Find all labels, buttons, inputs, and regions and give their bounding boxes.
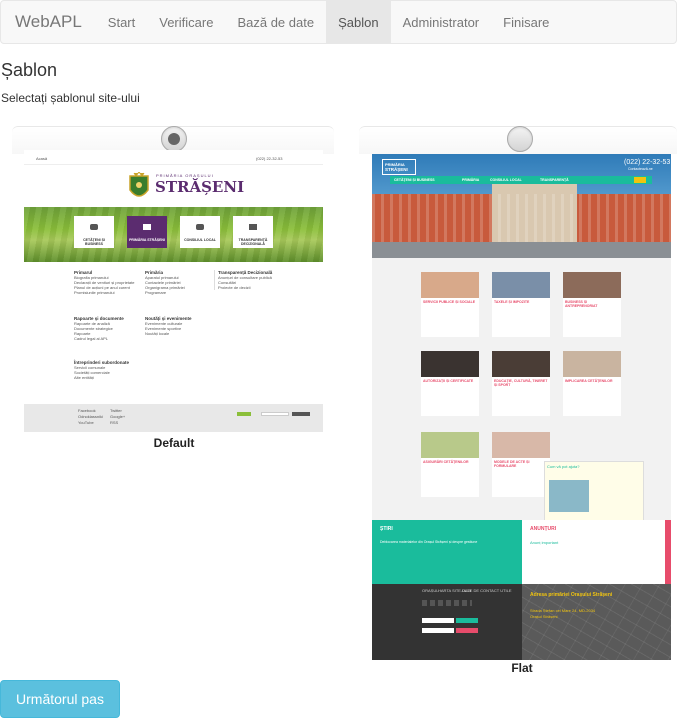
flat-phone-sub: Contactează-ne [628,167,653,171]
card-image [563,351,621,377]
flat-card-5: EDUCAȚIE, CULTURĂ, TINERET ȘI SPORT [492,351,550,416]
nav-finisare[interactable]: Finisare [491,1,561,43]
card-image [421,272,479,298]
flat-card-3: BUSINESS ȘI ANTREPRENORIAT [563,272,621,337]
template-label-flat[interactable]: Flat [472,661,572,675]
footer-button-teal [456,618,478,623]
template-preview-flat[interactable]: PRIMĂRIA STRĂȘENI (022) 22-32-53 Contact… [372,154,671,660]
card-image [563,272,621,298]
nav-administrator[interactable]: Administrator [391,1,492,43]
plaza [372,242,671,258]
flat-logo: PRIMĂRIA STRĂȘENI [382,159,416,175]
flat-footer: ORAȘUL HARTA SITE-ULUI DATE DE CONTACT U… [372,584,522,660]
preview-default-phone: (022) 22-32-53 [256,156,283,161]
preview-default-tile-4: TRANSPARENȚĂ DECIZIONALĂ [233,216,273,248]
card-image [421,432,479,458]
transparency-icon [249,224,257,230]
preview-default-footer: Facebook Odnoklassniki YouTube Twitter G… [24,404,323,432]
preview-default-col-3: Transparență Decizională Anunțuri de con… [214,270,272,290]
search-icon [634,177,646,183]
page-title: Șablon [1,60,58,80]
radio-selected-dot [168,133,180,145]
divider [24,164,323,165]
preview-default-col-1: Primarul Biografia primarului Declarații… [74,270,135,295]
footer-button-green [237,412,251,416]
nav-start[interactable]: Start [96,1,147,43]
card-image [492,272,550,298]
template-label-default[interactable]: Default [124,436,224,450]
preview-default-col-4: Rapoarte și documente Rapoarte de analiz… [74,316,124,341]
nav-baza-de-date[interactable]: Bază de date [225,1,326,43]
flat-announcements-section: ANUNȚURI Anunț important [522,520,671,584]
page-subtitle: Selectați șablonul site-ului [1,91,140,105]
flat-help-popup: Cum vă pot ajuta? [544,461,644,521]
nav-verificare[interactable]: Verificare [147,1,225,43]
flat-card-8: MODELE DE ACTE ȘI FORMULARE [492,432,550,497]
card-image [421,351,479,377]
users-icon [90,224,98,230]
social-icons [422,600,472,606]
nav-sablon[interactable]: Șablon [326,1,391,43]
coat-of-arms-icon [129,172,149,197]
flat-map: Adresa primăriei Orașului Strășeni Strad… [522,584,671,660]
brand-logo[interactable]: WebAPL [1,1,96,43]
preview-default-col-6: Întreprinderi subordonate Servicii comun… [74,360,130,380]
flat-card-7: ASIGURĂRI CETĂȚENILOR [421,432,479,497]
next-step-button[interactable]: Următorul pas [0,680,120,718]
card-image [492,432,550,458]
preview-default-col-2: Primăria Aparatul primarului Contactele … [145,270,185,295]
preview-default-col-5: Noutăți și evenimente Evenimente cultura… [145,316,192,336]
template-radio-flat[interactable] [507,126,533,152]
flat-phone: (022) 22-32-53 [624,159,671,166]
building-icon [143,224,151,230]
footer-button-pink [456,628,478,633]
preview-default-home: Acasă [36,156,48,161]
council-icon [196,224,204,230]
card-image [492,351,550,377]
flat-card-2: TAXELE ȘI IMPOZITE [492,272,550,337]
flat-news-section: ȘTIRI Deblocarea materialelor din Orașul… [372,520,522,584]
flat-card-6: IMPLICAREA CETĂȚENILOR [563,351,621,416]
footer-field-1 [422,618,454,623]
preview-default-tile-2: PRIMĂRIA STRĂȘENI [127,216,167,248]
footer-search-field [261,412,289,416]
flat-card-4: AUTORIZAȚII ȘI CERTIFICATE [421,351,479,416]
preview-default-header-title: STRĂȘENI [155,178,245,196]
template-radio-default[interactable] [161,126,187,152]
preview-default-tile-3: CONSILIUL LOCAL [180,216,220,248]
banner-texture [24,207,323,262]
flat-menu: CETĂȚENI ȘI BUSINESS PRIMĂRIA CONSILIUL … [390,176,652,184]
navbar: WebAPL Start Verificare Bază de date Șab… [0,0,677,44]
help-image [549,480,589,512]
preview-default-tile-1: CETĂȚENI ȘI BUSINESS [74,216,114,248]
template-preview-default[interactable]: Acasă (022) 22-32-53 PRIMĂRIA ORAȘULUI S… [24,150,323,432]
footer-button-dark [292,412,310,416]
footer-field-2 [422,628,454,633]
flat-card-1: SERVICII PUBLICE ȘI SOCIALE [421,272,479,337]
